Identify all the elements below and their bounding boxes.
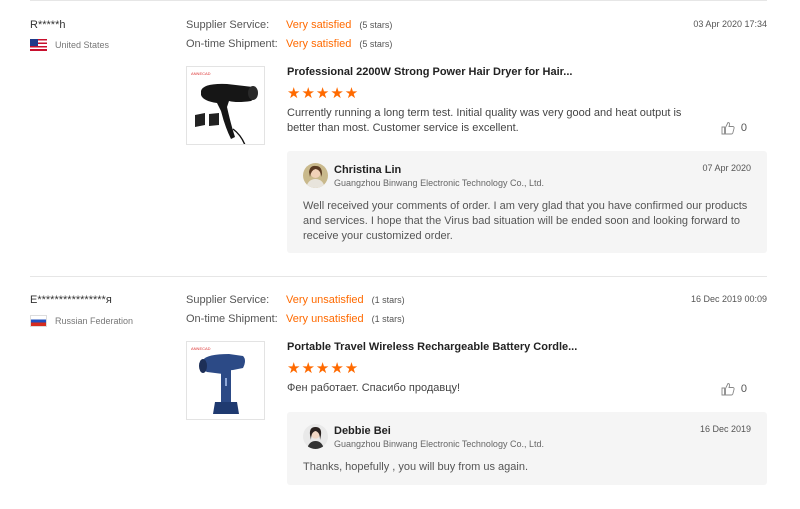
portable-dryer-image [199,354,245,414]
helpful-button[interactable]: 0 [721,382,747,396]
seller-avatar [303,424,328,449]
review-date: 16 Dec 2019 00:09 [690,294,767,304]
product-image[interactable]: ANNECAD [186,66,265,146]
review-text: Фен работает. Спасибо продавцу! [287,382,461,394]
review-stars: ★★★★★ [287,85,360,102]
country-name: Russian Federation [55,316,134,326]
review-item: R*****h United States Supplier Service: … [30,0,767,276]
hair-dryer-image [195,83,258,146]
review-stars: ★★★★★ [287,360,360,377]
russia-flag-icon [30,315,47,327]
supplier-service-rating: Supplier Service: Very unsatisfied (1 st… [186,294,405,306]
shipment-rating: On-time Shipment: Very unsatisfied (1 st… [186,313,405,325]
review-text: Currently running a long term test. Init… [287,107,682,134]
helpful-count: 0 [740,122,747,134]
shipment-label: On-time Shipment: [186,313,278,325]
supplier-service-label: Supplier Service: [186,19,270,31]
shipment-stars: (1 stars) [371,314,405,324]
seller-name: Debbie Bei [334,425,391,437]
us-flag-icon [30,39,47,51]
seller-name: Christina Lin [334,164,402,176]
supplier-service-value: Very unsatisfied [286,294,364,306]
product-brand-logo: ANNECAD [191,71,211,76]
supplier-service-value: Very satisfied [286,19,352,31]
reply-date: 16 Dec 2019 [699,424,751,434]
reply-text: Thanks, hopefully , you will buy from us… [303,461,529,473]
supplier-service-stars: (5 stars) [359,20,393,30]
shipment-value: Very unsatisfied [286,313,364,325]
product-title-link[interactable]: Professional 2200W Strong Power Hair Dry… [287,66,572,78]
country-name: United States [55,40,110,50]
shipment-rating: On-time Shipment: Very satisfied (5 star… [186,38,392,50]
review-date: 03 Apr 2020 17:34 [693,19,767,29]
seller-reply: Christina Lin Guangzhou Binwang Electron… [287,151,767,253]
buyer-name: E****************я [30,294,112,306]
supplier-service-rating: Supplier Service: Very satisfied (5 star… [186,19,392,31]
seller-company: Guangzhou Binwang Electronic Technology … [334,439,544,449]
buyer-country: Russian Federation [30,315,133,327]
thumbs-up-icon [721,383,735,396]
shipment-stars: (5 stars) [359,39,393,49]
helpful-count: 0 [740,383,747,395]
product-title-link[interactable]: Portable Travel Wireless Rechargeable Ba… [287,341,577,353]
reply-text: Well received your comments of order. I … [303,200,748,242]
buyer-name: R*****h [30,19,66,31]
seller-avatar [303,163,328,188]
shipment-label: On-time Shipment: [186,38,278,50]
thumbs-up-icon [721,122,735,135]
product-brand-logo: ANNECAD [191,346,211,351]
supplier-service-stars: (1 stars) [371,295,405,305]
review-item: E****************я Russian Federation Su… [30,277,767,509]
helpful-button[interactable]: 0 [721,121,747,135]
product-image[interactable]: ANNECAD [186,341,265,420]
buyer-country: United States [30,39,109,51]
shipment-value: Very satisfied [286,38,352,50]
supplier-service-label: Supplier Service: [186,294,270,306]
seller-reply: Debbie Bei Guangzhou Binwang Electronic … [287,412,767,485]
reply-date: 07 Apr 2020 [702,163,751,173]
seller-company: Guangzhou Binwang Electronic Technology … [334,178,544,188]
